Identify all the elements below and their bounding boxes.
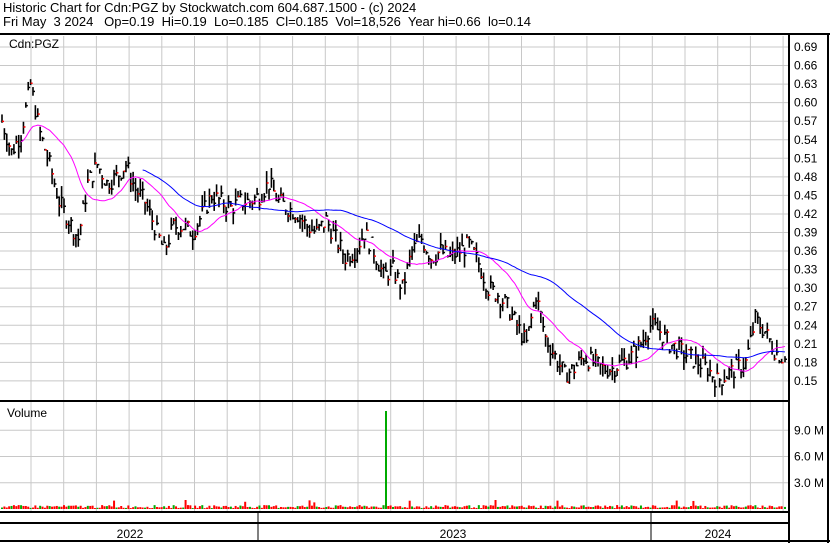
- price-tick-label: 0.21: [794, 337, 818, 351]
- price-tick-label: 0.48: [794, 170, 818, 184]
- volume-tick-label: 6.0 M: [794, 450, 824, 464]
- price-tick-label: 0.66: [794, 59, 818, 73]
- year-label: 2023: [440, 527, 467, 541]
- price-panel: [0, 36, 788, 400]
- price-tick-label: 0.15: [794, 374, 818, 388]
- stock-chart: 0.69 0.66 0.63 0.60 0.57 0.54 0.51 0.48 0.45 0.42…: [0, 33, 830, 543]
- price-tick-label: 0.51: [794, 151, 818, 165]
- volume-label: Volume: [7, 406, 47, 420]
- volume-tick-label: 9.0 M: [794, 423, 824, 437]
- price-tick-label: 0.69: [794, 40, 818, 54]
- volume-tick-label: 3.0 M: [794, 476, 824, 490]
- chart-window: Historic Chart for Cdn:PGZ by Stockwatch…: [0, 0, 830, 543]
- price-tick-label: 0.57: [794, 114, 818, 128]
- price-tick-label: 0.18: [794, 355, 818, 369]
- price-tick-label: 0.39: [794, 226, 818, 240]
- year-label: 2022: [117, 527, 144, 541]
- price-tick-label: 0.27: [794, 300, 818, 314]
- price-tick-label: 0.42: [794, 207, 818, 221]
- price-tick-label: 0.30: [794, 281, 818, 295]
- price-tick-label: 0.45: [794, 188, 818, 202]
- year-label: 2024: [705, 527, 732, 541]
- price-tick-label: 0.33: [794, 263, 818, 277]
- price-tick-label: 0.60: [794, 96, 818, 110]
- price-tick-label: 0.54: [794, 133, 818, 147]
- symbol-label: Cdn:PGZ: [9, 37, 59, 51]
- price-tick-label: 0.63: [794, 77, 818, 91]
- price-tick-label: 0.36: [794, 244, 818, 258]
- price-tick-label: 0.24: [794, 318, 818, 332]
